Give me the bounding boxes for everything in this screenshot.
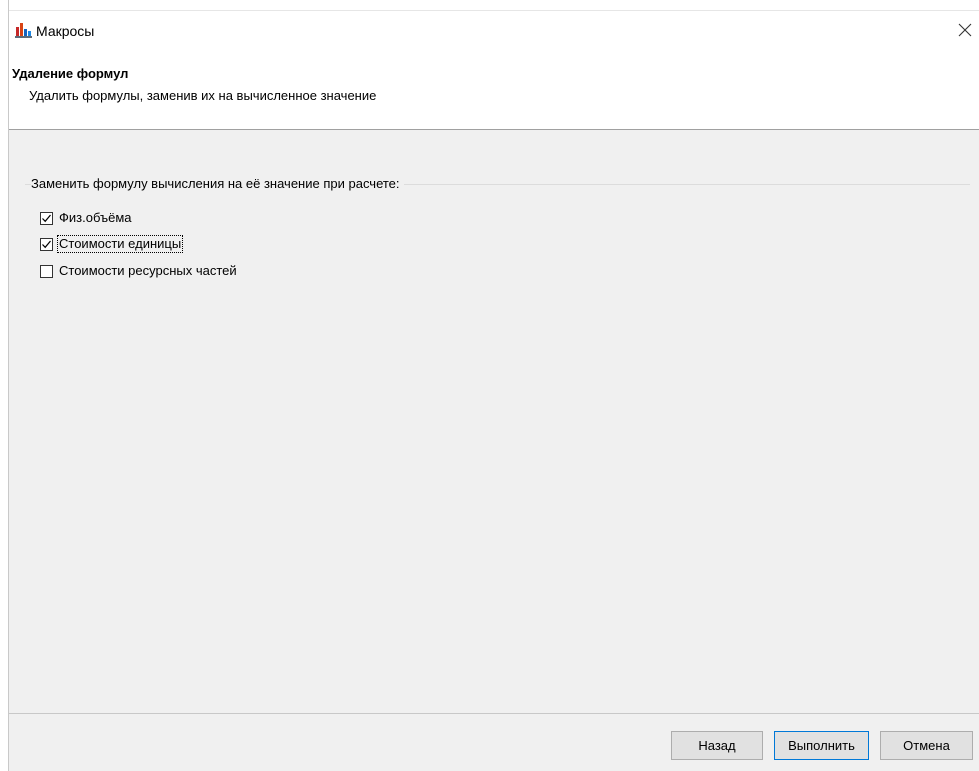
page-subtitle: Удалить формулы, заменив их на вычисленн… bbox=[29, 88, 377, 103]
checkbox-label: Физ.объёма bbox=[59, 210, 132, 225]
checkbox-label: Стоимости единицы bbox=[56, 235, 184, 253]
checkbox-box[interactable] bbox=[40, 211, 53, 225]
checkbox-unit-cost[interactable]: Стоимости единицы bbox=[40, 235, 184, 253]
checkbox-phys-volume[interactable]: Физ.объёма bbox=[40, 209, 132, 227]
cancel-button[interactable]: Отмена bbox=[880, 731, 973, 760]
back-button[interactable]: Назад bbox=[671, 731, 763, 760]
app-chart-icon bbox=[15, 22, 32, 38]
checkmark-icon bbox=[42, 240, 51, 248]
close-button[interactable] bbox=[951, 16, 979, 44]
top-divider bbox=[9, 10, 979, 11]
options-panel: Заменить формулу вычисления на её значен… bbox=[9, 130, 979, 713]
macros-dialog: Макросы Удаление формул Удалить формулы,… bbox=[8, 0, 979, 771]
run-button[interactable]: Выполнить bbox=[774, 731, 869, 760]
button-bar: Назад Выполнить Отмена bbox=[9, 713, 979, 771]
checkbox-label: Стоимости ресурсных частей bbox=[59, 263, 237, 278]
checkbox-box[interactable] bbox=[40, 264, 53, 278]
window-title: Макросы bbox=[36, 23, 95, 39]
page-title: Удаление формул bbox=[12, 66, 129, 81]
title-bar: Макросы bbox=[9, 0, 979, 62]
checkbox-box[interactable] bbox=[40, 237, 53, 251]
checkmark-icon bbox=[42, 214, 51, 222]
wizard-header: Удаление формул Удалить формулы, заменив… bbox=[9, 62, 979, 130]
group-label: Заменить формулу вычисления на её значен… bbox=[31, 176, 404, 191]
close-icon bbox=[958, 23, 972, 37]
checkbox-resource-parts-cost[interactable]: Стоимости ресурсных частей bbox=[40, 262, 238, 280]
